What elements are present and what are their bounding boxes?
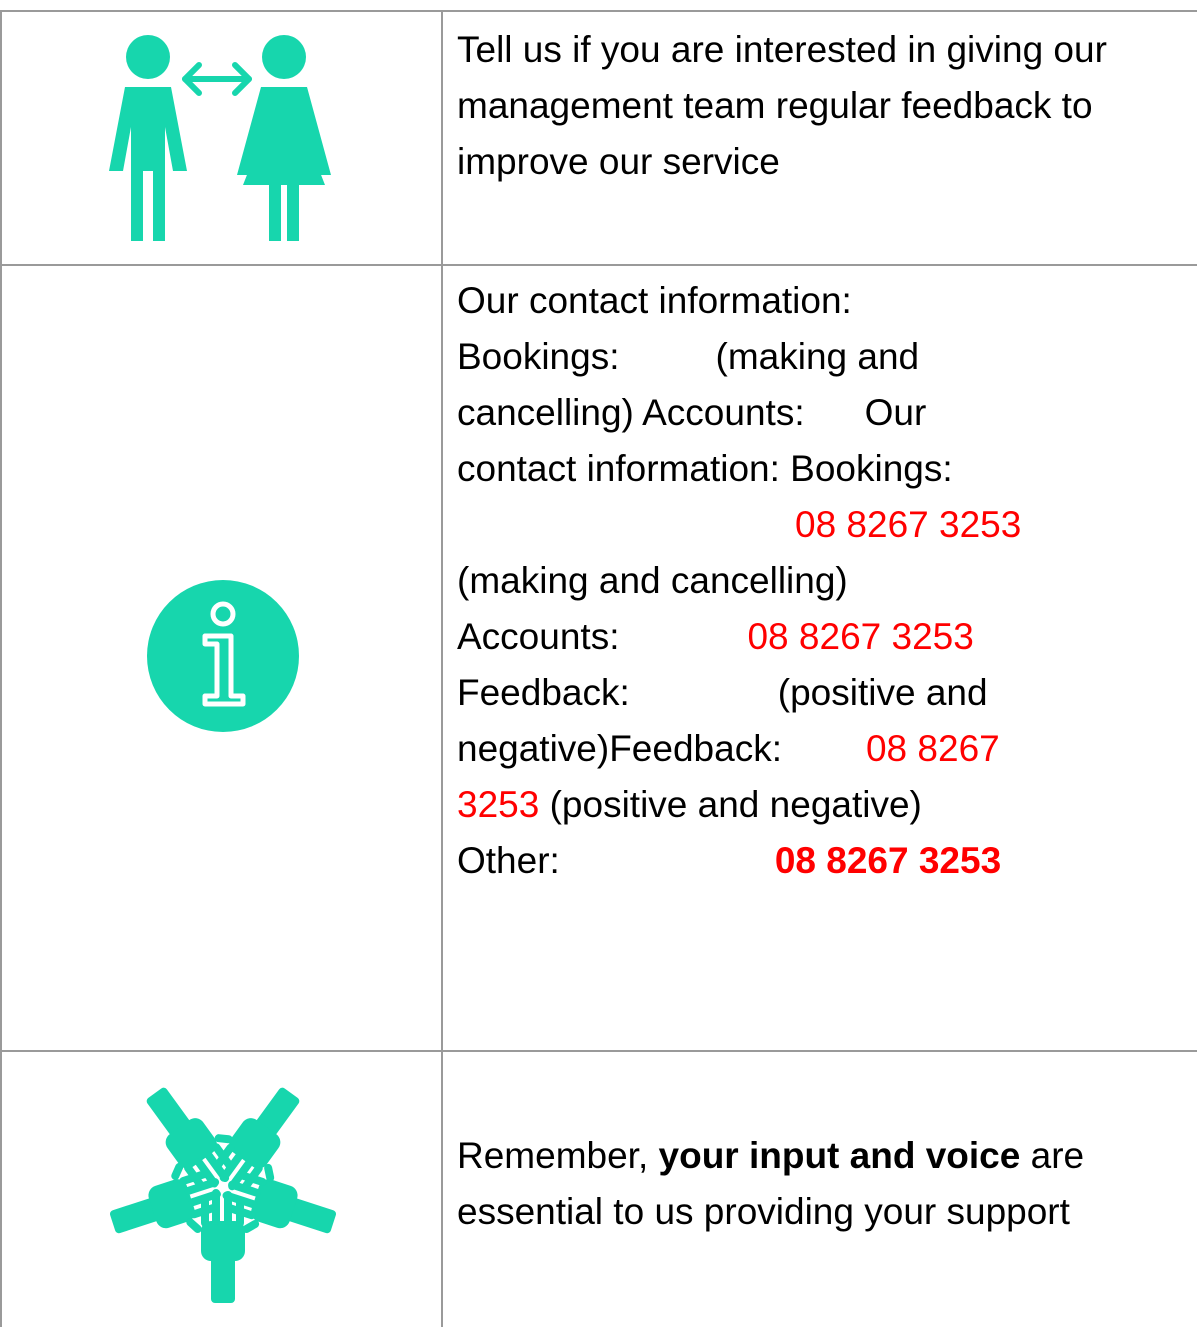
accounts-line: Accounts: 08 8267 3253	[457, 609, 1197, 665]
row1-text-cell: Tell us if you are interested in giving …	[457, 22, 1197, 190]
other-line: Other: 08 8267 3253	[457, 833, 1197, 889]
our-text: Our	[864, 392, 927, 433]
hands-circle-icon	[88, 1057, 358, 1322]
positive-and-text: (positive and	[777, 672, 988, 713]
row3-icon-cell	[2, 1052, 443, 1327]
positive-negative-text: (positive and negative)	[539, 784, 922, 825]
other-phone: 08 8267 3253	[774, 840, 1002, 881]
row3-text-cell: Remember, your input and voice are essen…	[457, 1128, 1197, 1240]
bookings-note: (making and	[715, 336, 920, 377]
feedback-invite-line-1: Tell us if you are interested in giving …	[457, 29, 1107, 70]
row1-icon-cell	[2, 12, 443, 264]
contact-bookings-line: contact information: Bookings:	[457, 448, 953, 489]
feedback-line: Feedback: (positive and	[457, 665, 1197, 721]
row2-text-cell: Our contact information: Bookings: (makin…	[457, 273, 1197, 889]
feedback-phone-part-a: 08 8267	[865, 728, 1000, 769]
feedback-invite-line-2: management team regular feedback to	[457, 85, 1093, 126]
remember-text: Remember,	[457, 1135, 659, 1176]
input-voice-emphasis: your input and voice	[658, 1135, 1021, 1176]
accounts-inline-label: Accounts:	[642, 392, 805, 433]
feedback-phone-line: 3253 (positive and negative)	[457, 777, 1197, 833]
info-icon	[146, 579, 299, 737]
contact-heading: Our contact information:	[457, 280, 852, 321]
accounts-phone: 08 8267 3253	[747, 616, 974, 657]
negative-feedback-text: negative)Feedback:	[457, 728, 782, 769]
feedback-invite-line-3: improve our service	[457, 141, 780, 182]
essential-line: essential to us providing your support	[457, 1191, 1070, 1232]
bookings-label: Bookings:	[457, 336, 620, 377]
feedback-phone-part-b: 3253	[457, 784, 540, 825]
bookings-line: Bookings: (making and	[457, 329, 1197, 385]
are-text: are	[1020, 1135, 1085, 1176]
other-label: Other:	[457, 840, 560, 881]
remember-line: Remember, your input and voice are	[457, 1128, 1197, 1184]
cancelling-note: cancelling)	[457, 392, 634, 433]
feedback-label: Feedback:	[457, 672, 630, 713]
cancelling-accounts-line: cancelling) Accounts: Our	[457, 385, 1197, 441]
bookings-phone: 08 8267 3253	[795, 504, 1022, 545]
people-exchange-icon	[103, 31, 343, 246]
row2-icon-cell	[2, 266, 443, 1050]
phone-line-1: 08 8267 3253	[457, 497, 1197, 553]
info-table: Tell us if you are interested in giving …	[0, 0, 1197, 1327]
accounts-label: Accounts:	[457, 616, 620, 657]
making-cancelling-line: (making and cancelling)	[457, 560, 848, 601]
negative-feedback-line: negative)Feedback: 08 8267	[457, 721, 1197, 777]
